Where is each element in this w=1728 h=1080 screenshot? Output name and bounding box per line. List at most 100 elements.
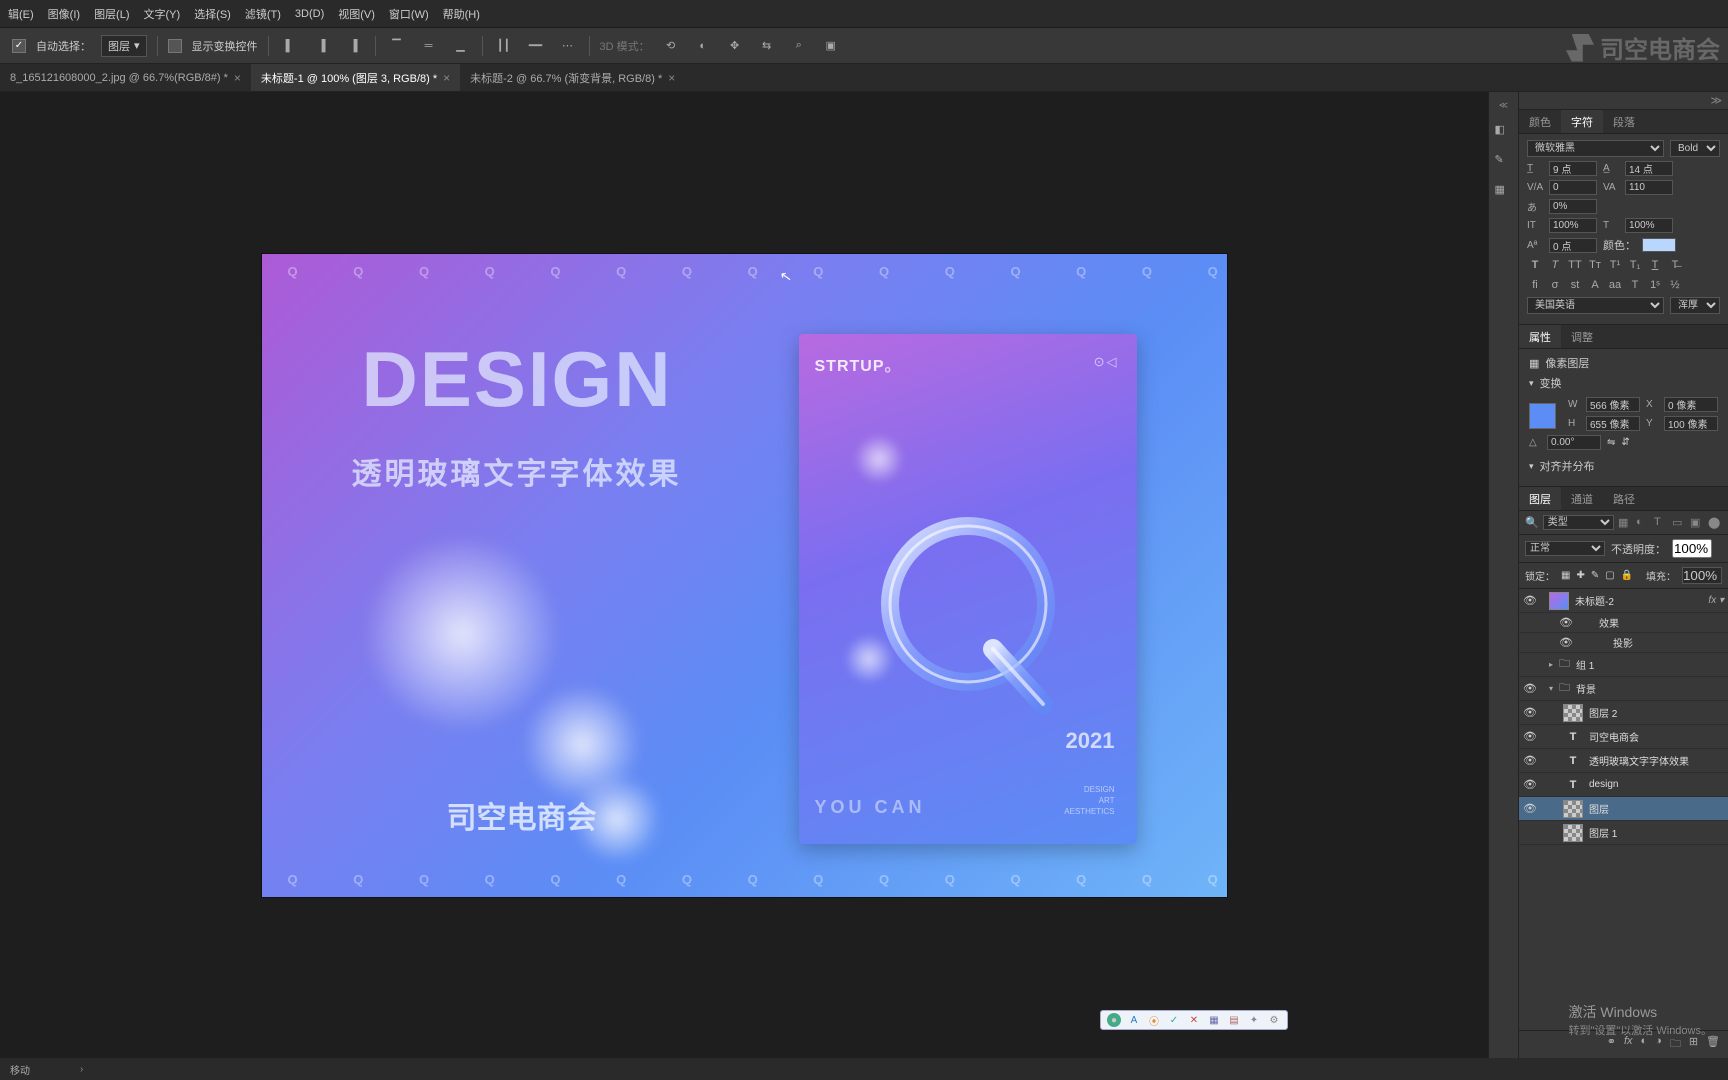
tab-layers[interactable]: 图层 <box>1519 487 1561 510</box>
tab-paragraph[interactable]: 段落 <box>1603 110 1645 133</box>
layer-row[interactable]: 👁▾🗀背景 <box>1519 677 1728 701</box>
italic-button[interactable]: T <box>1547 257 1563 273</box>
expand-icon[interactable]: ▸ <box>1549 660 1553 669</box>
document-tab[interactable]: 未标题-1 @ 100% (图层 3, RGB/8) *× <box>251 64 460 91</box>
ot-T1[interactable]: T <box>1627 277 1643 293</box>
show-transform-checkbox[interactable] <box>168 39 182 53</box>
auto-select-target[interactable]: 图层 ▾ <box>101 35 147 57</box>
swatches-icon[interactable]: ▦ <box>1495 183 1513 201</box>
fill-input[interactable] <box>1682 567 1722 584</box>
ot-sigma[interactable]: σ <box>1547 277 1563 293</box>
tab-paths[interactable]: 路径 <box>1603 487 1645 510</box>
filter-text-icon[interactable]: T <box>1654 516 1668 530</box>
menu-filter[interactable]: 滤镜(T) <box>245 6 281 22</box>
lock-position-icon[interactable]: ✚ <box>1576 570 1584 581</box>
leading-input[interactable] <box>1625 161 1673 176</box>
3d-roll-icon[interactable]: ◐ <box>692 35 714 57</box>
document-tab[interactable]: 未标题-2 @ 66.7% (渐变背景, RGB/8) *× <box>460 64 685 91</box>
smallcaps-button[interactable]: Tᴛ <box>1587 257 1603 273</box>
tab-adjustments[interactable]: 调整 <box>1561 325 1603 348</box>
floating-toolbar[interactable]: ●A⦿ ✓✕▦ ▤✦⚙ <box>1100 1010 1288 1030</box>
visibility-icon[interactable]: 👁 <box>1559 616 1573 629</box>
layer-row[interactable]: 👁图层 <box>1519 797 1728 821</box>
layer-name[interactable]: 图层 2 <box>1589 705 1724 720</box>
language-select[interactable]: 美国英语 <box>1527 297 1664 314</box>
layer-row[interactable]: 👁未标题-2fx ▾ <box>1519 589 1728 613</box>
visibility-icon[interactable]: 👁 <box>1523 682 1537 695</box>
bold-button[interactable]: T <box>1527 257 1543 273</box>
3d-pan-icon[interactable]: ✥ <box>724 35 746 57</box>
lock-pixels-icon[interactable]: ▦ <box>1561 570 1570 581</box>
align-middle-icon[interactable]: ═ <box>418 35 440 57</box>
artboard[interactable]: Q Q Q Q Q Q Q Q Q Q Q Q Q Q Q Q Q Q Q Q … <box>262 254 1227 897</box>
text-color-swatch[interactable] <box>1642 238 1676 252</box>
close-icon[interactable]: × <box>234 71 241 85</box>
menu-image[interactable]: 图像(I) <box>48 6 80 22</box>
tracking-input[interactable] <box>1625 180 1673 195</box>
brush-icon[interactable]: ✎ <box>1495 153 1513 171</box>
layer-row[interactable]: 👁效果 <box>1519 613 1728 633</box>
tab-channels[interactable]: 通道 <box>1561 487 1603 510</box>
menu-window[interactable]: 窗口(W) <box>389 6 429 22</box>
tab-properties[interactable]: 属性 <box>1519 325 1561 348</box>
layer-row[interactable]: ▸🗀组 1 <box>1519 653 1728 677</box>
layer-name[interactable]: 背景 <box>1576 681 1724 696</box>
hscale-input[interactable] <box>1625 218 1673 233</box>
ot-half[interactable]: ½ <box>1667 277 1683 293</box>
menu-type[interactable]: 文字(Y) <box>144 6 181 22</box>
layer-name[interactable]: 图层 1 <box>1589 825 1724 840</box>
vscale-input[interactable] <box>1549 218 1597 233</box>
expand-panels-icon[interactable]: ≪ <box>1499 100 1508 111</box>
kerning-input[interactable] <box>1549 180 1597 195</box>
layer-name[interactable]: 投影 <box>1613 635 1724 650</box>
align-bottom-icon[interactable]: ▁ <box>450 35 472 57</box>
filter-toggle-icon[interactable]: ⬤ <box>1708 516 1722 530</box>
layer-row[interactable]: 👁T透明玻璃文字字体效果 <box>1519 749 1728 773</box>
angle-input[interactable] <box>1547 435 1601 450</box>
tab-color[interactable]: 颜色 <box>1519 110 1561 133</box>
align-center-h-icon[interactable]: ▐ <box>311 35 333 57</box>
flip-h-icon[interactable]: ⇋ <box>1607 437 1615 448</box>
search-icon[interactable]: 🔍 <box>1525 516 1539 529</box>
width-input[interactable] <box>1586 397 1640 412</box>
menu-select[interactable]: 选择(S) <box>194 6 231 22</box>
expand-icon[interactable]: ▾ <box>1549 684 1553 693</box>
underline-button[interactable]: T <box>1647 257 1663 273</box>
layer-row[interactable]: 👁Tdesign <box>1519 773 1728 797</box>
filter-select[interactable]: 类型 <box>1543 515 1614 530</box>
close-icon[interactable]: × <box>668 71 675 85</box>
x-input[interactable] <box>1664 397 1718 412</box>
layer-name[interactable]: 司空电商会 <box>1589 729 1724 744</box>
menu-3d[interactable]: 3D(D) <box>295 8 324 20</box>
layer-row[interactable]: 图层 1 <box>1519 821 1728 845</box>
superscript-button[interactable]: T¹ <box>1607 257 1623 273</box>
visibility-icon[interactable]: 👁 <box>1523 594 1537 607</box>
close-icon[interactable]: × <box>443 71 450 85</box>
ot-A[interactable]: A <box>1587 277 1603 293</box>
flip-v-icon[interactable]: ⇵ <box>1621 437 1629 448</box>
menu-edit[interactable]: 辑(E) <box>8 6 34 22</box>
filter-pixel-icon[interactable]: ▦ <box>1618 516 1632 530</box>
layer-row[interactable]: 👁 图层 2 <box>1519 701 1728 725</box>
font-size-input[interactable] <box>1549 161 1597 176</box>
transform-header[interactable]: ▾变换 <box>1529 375 1718 391</box>
3d-camera-icon[interactable]: ▣ <box>820 35 842 57</box>
align-top-icon[interactable]: ▔ <box>386 35 408 57</box>
filter-adjust-icon[interactable]: ◐ <box>1636 516 1650 530</box>
menu-view[interactable]: 视图(V) <box>338 6 375 22</box>
align-left-icon[interactable]: ▌ <box>279 35 301 57</box>
strike-button[interactable]: T̶ <box>1667 257 1683 273</box>
antialias-select[interactable]: 浑厚 <box>1670 297 1720 314</box>
visibility-icon[interactable]: 👁 <box>1523 706 1537 719</box>
visibility-icon[interactable]: 👁 <box>1559 636 1573 649</box>
height-input[interactable] <box>1586 416 1640 431</box>
menu-help[interactable]: 帮助(H) <box>443 6 480 22</box>
more-align-icon[interactable]: ⋯ <box>557 35 579 57</box>
layer-name[interactable]: 组 1 <box>1576 657 1724 672</box>
filter-smart-icon[interactable]: ▣ <box>1690 516 1704 530</box>
ot-ad[interactable]: aa <box>1607 277 1623 293</box>
layer-row[interactable]: 👁 投影 <box>1519 633 1728 653</box>
3d-slide-icon[interactable]: ⇆ <box>756 35 778 57</box>
menu-layer[interactable]: 图层(L) <box>94 6 129 22</box>
lock-brush-icon[interactable]: ✎ <box>1591 570 1599 581</box>
